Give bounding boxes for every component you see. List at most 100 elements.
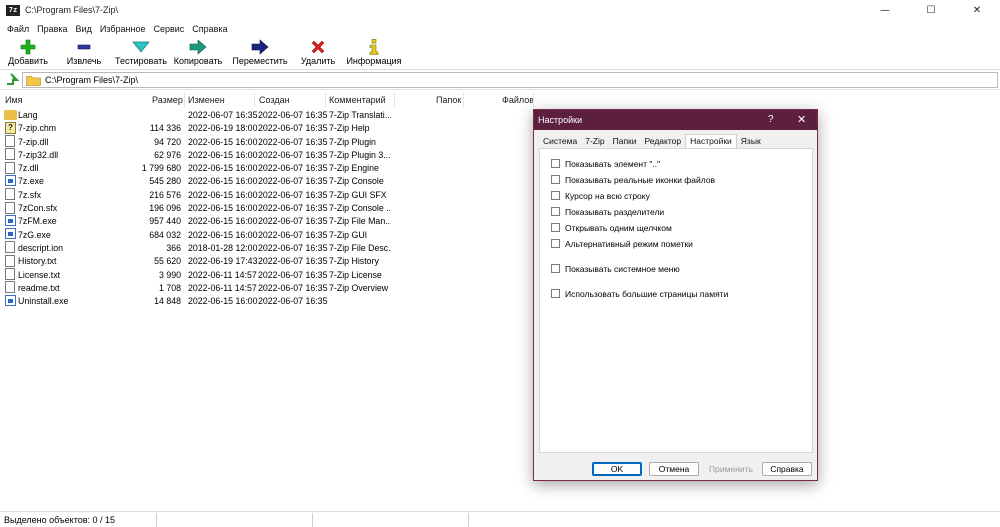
- checkbox[interactable]: [551, 239, 560, 248]
- exe-icon: [5, 294, 16, 306]
- move-button[interactable]: Переместить: [228, 37, 292, 70]
- option-large-pages[interactable]: Использовать большие страницы памяти: [551, 288, 728, 299]
- option-show-dotdot[interactable]: Показывать элемент "..": [551, 158, 660, 169]
- col-created[interactable]: Создан: [259, 95, 290, 105]
- col-comment[interactable]: Комментарий: [329, 95, 386, 105]
- table-row[interactable]: 7z.exe 545 280 2022-06-15 16:00 2022-06-07 …: [0, 174, 530, 187]
- table-row[interactable]: ? 7-zip.chm 114 336 2022-06-19 18:00 2022-06…: [0, 121, 530, 134]
- table-row[interactable]: License.txt 3 990 2022-06-11 14:57 2022-06-…: [0, 268, 530, 281]
- table-row[interactable]: 7zFM.exe 957 440 2022-06-15 16:00 2022-06-0…: [0, 214, 530, 227]
- address-field[interactable]: C:\Program Files\7-Zip\: [22, 72, 998, 88]
- file-icon: [5, 241, 15, 254]
- dialog-help-button[interactable]: ?: [768, 114, 774, 125]
- cancel-button[interactable]: Отмена: [649, 462, 699, 476]
- menu-file[interactable]: Файл: [3, 22, 33, 36]
- file-icon: [5, 161, 15, 174]
- col-modified[interactable]: Изменен: [188, 95, 225, 105]
- toolbar: Добавить Извлечь Тестировать Копировать …: [0, 37, 1000, 70]
- extract-button[interactable]: Извлечь: [54, 37, 114, 70]
- maximize-button[interactable]: ☐: [908, 0, 954, 22]
- menu-favorites[interactable]: Избранное: [96, 22, 150, 36]
- table-row[interactable]: 7-zip32.dll 62 976 2022-06-15 16:00 2022-06…: [0, 148, 530, 161]
- tab-folders[interactable]: Папки: [609, 135, 641, 148]
- option-alt-selection[interactable]: Альтернативный режим пометки: [551, 238, 693, 249]
- file-list: Lang 2022-06-07 16:35 2022-06-07 16:35 7-Zi…: [0, 108, 530, 307]
- file-icon: [5, 268, 15, 281]
- tab-7zip[interactable]: 7-Zip: [581, 135, 608, 148]
- info-button[interactable]: Информация: [344, 37, 404, 70]
- table-row[interactable]: readme.txt 1 708 2022-06-11 14:57 2022-06-0…: [0, 281, 530, 294]
- help-button[interactable]: Справка: [762, 462, 812, 476]
- checkbox[interactable]: [551, 159, 560, 168]
- up-folder-button[interactable]: [3, 73, 20, 88]
- col-name[interactable]: Имя: [5, 95, 23, 105]
- plus-icon: [18, 38, 38, 56]
- test-button[interactable]: Тестировать: [114, 37, 168, 70]
- dialog-close-button[interactable]: ✕: [797, 113, 806, 126]
- test-check-icon: [131, 38, 151, 56]
- apply-button[interactable]: Применить: [705, 462, 757, 476]
- settings-dialog: Настройки ? ✕ Система 7-Zip Папки Редакт…: [533, 109, 818, 481]
- checkbox[interactable]: [551, 223, 560, 232]
- table-row[interactable]: 7zG.exe 684 032 2022-06-15 16:00 2022-06-07…: [0, 228, 530, 241]
- info-icon: [364, 38, 384, 56]
- minimize-button[interactable]: —: [862, 0, 908, 22]
- extract-button-label: Извлечь: [66, 56, 102, 66]
- file-icon: [5, 148, 15, 161]
- dialog-tabs: Система 7-Zip Папки Редактор Настройки Я…: [539, 134, 765, 148]
- address-bar: C:\Program Files\7-Zip\: [0, 71, 1000, 90]
- info-button-label: Информация: [346, 56, 402, 66]
- add-button-label: Добавить: [8, 56, 48, 66]
- selection-status: Выделено объектов: 0 / 15: [4, 515, 116, 525]
- delete-button-label: Удалить: [300, 56, 336, 66]
- table-row[interactable]: descript.ion 366 2018-01-28 12:00 2022-06-0…: [0, 241, 530, 254]
- menu-help[interactable]: Справка: [188, 22, 231, 36]
- copy-button[interactable]: Копировать: [168, 37, 228, 70]
- test-button-label: Тестировать: [115, 56, 167, 66]
- checkbox[interactable]: [551, 175, 560, 184]
- tab-editor[interactable]: Редактор: [641, 135, 686, 148]
- option-show-grid[interactable]: Показывать разделители: [551, 206, 664, 217]
- table-row[interactable]: Lang 2022-06-07 16:35 2022-06-07 16:35 7-Zi…: [0, 108, 530, 121]
- settings-panel: Показывать элемент ".." Показывать реаль…: [539, 148, 813, 453]
- file-icon: [5, 254, 15, 267]
- table-row[interactable]: 7z.sfx 216 576 2022-06-15 16:00 2022-06-07 …: [0, 188, 530, 201]
- col-files[interactable]: Файлов: [502, 95, 534, 105]
- option-single-click[interactable]: Открывать одним щелчком: [551, 222, 672, 233]
- checkbox[interactable]: [551, 207, 560, 216]
- delete-button[interactable]: Удалить: [292, 37, 344, 70]
- ok-button[interactable]: OK: [592, 462, 642, 476]
- table-row[interactable]: 7z.dll 1 799 680 2022-06-15 16:00 2022-06-0…: [0, 161, 530, 174]
- checkbox[interactable]: [551, 264, 560, 273]
- move-arrow-icon: [250, 38, 270, 56]
- menu-bar: Файл Правка Вид Избранное Сервис Справка: [0, 22, 1000, 36]
- add-button[interactable]: Добавить: [2, 37, 54, 70]
- tab-system[interactable]: Система: [539, 135, 581, 148]
- menu-edit[interactable]: Правка: [33, 22, 71, 36]
- folder-icon: [4, 109, 17, 120]
- table-row[interactable]: Uninstall.exe 14 848 2022-06-15 16:00 2022-…: [0, 294, 530, 307]
- help-file-icon: ?: [5, 121, 16, 134]
- tab-language[interactable]: Язык: [737, 135, 765, 148]
- option-real-icons[interactable]: Показывать реальные иконки файлов: [551, 174, 715, 185]
- table-row[interactable]: 7zCon.sfx 196 096 2022-06-15 16:00 2022-06-…: [0, 201, 530, 214]
- exe-icon: [5, 174, 16, 186]
- col-folders[interactable]: Папок: [436, 95, 461, 105]
- checkbox[interactable]: [551, 289, 560, 298]
- column-header: Имя Размер Изменен Создан Комментарий Па…: [0, 92, 1000, 108]
- option-system-menu[interactable]: Показывать системное меню: [551, 263, 680, 274]
- col-size[interactable]: Размер: [152, 95, 183, 105]
- menu-view[interactable]: Вид: [72, 22, 96, 36]
- 7zip-app-icon: 7z: [6, 5, 20, 16]
- address-path: C:\Program Files\7-Zip\: [45, 75, 139, 85]
- delete-x-icon: [308, 38, 328, 56]
- option-full-row-select[interactable]: Курсор на всю строку: [551, 190, 650, 201]
- table-row[interactable]: 7-zip.dll 94 720 2022-06-15 16:00 2022-06-0…: [0, 135, 530, 148]
- checkbox[interactable]: [551, 191, 560, 200]
- close-button[interactable]: ✕: [954, 0, 1000, 22]
- exe-icon: [5, 214, 16, 226]
- copy-button-label: Копировать: [173, 56, 223, 66]
- tab-settings[interactable]: Настройки: [685, 134, 737, 148]
- table-row[interactable]: History.txt 55 620 2022-06-19 17:43 2022-06…: [0, 254, 530, 267]
- menu-tools[interactable]: Сервис: [149, 22, 188, 36]
